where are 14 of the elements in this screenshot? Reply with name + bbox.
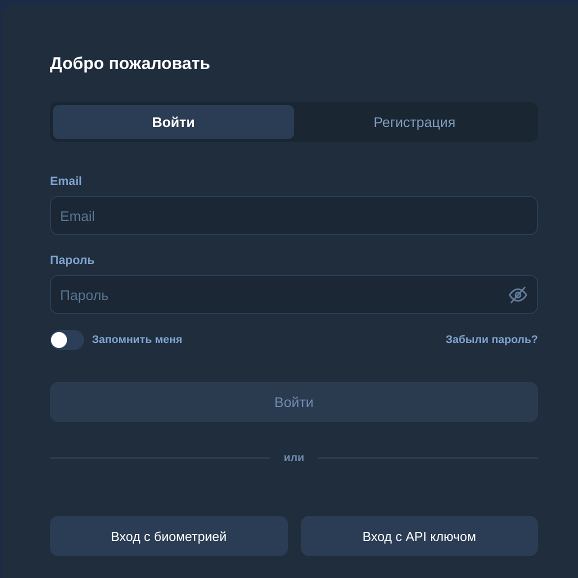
password-field[interactable]: Пароль xyxy=(50,275,538,314)
remember-label: Запомнить меня xyxy=(92,334,182,346)
eye-slash-icon[interactable] xyxy=(508,285,528,305)
alt-login-button[interactable]: Вход с биометрией xyxy=(50,516,288,556)
email-field[interactable]: Email xyxy=(50,196,538,235)
tab[interactable]: Регистрация xyxy=(294,105,535,139)
divider-text: или xyxy=(284,452,304,464)
forgot-password-link[interactable]: Забыли пароль? xyxy=(446,334,538,346)
field-label: Пароль xyxy=(50,253,96,267)
field-label: Email xyxy=(50,174,84,188)
tab[interactable]: Войти xyxy=(53,105,294,139)
remember-toggle[interactable] xyxy=(50,330,84,350)
welcome-title: Добро пожаловать xyxy=(50,54,212,75)
alt-login-button[interactable]: Вход с API ключом xyxy=(300,516,538,556)
